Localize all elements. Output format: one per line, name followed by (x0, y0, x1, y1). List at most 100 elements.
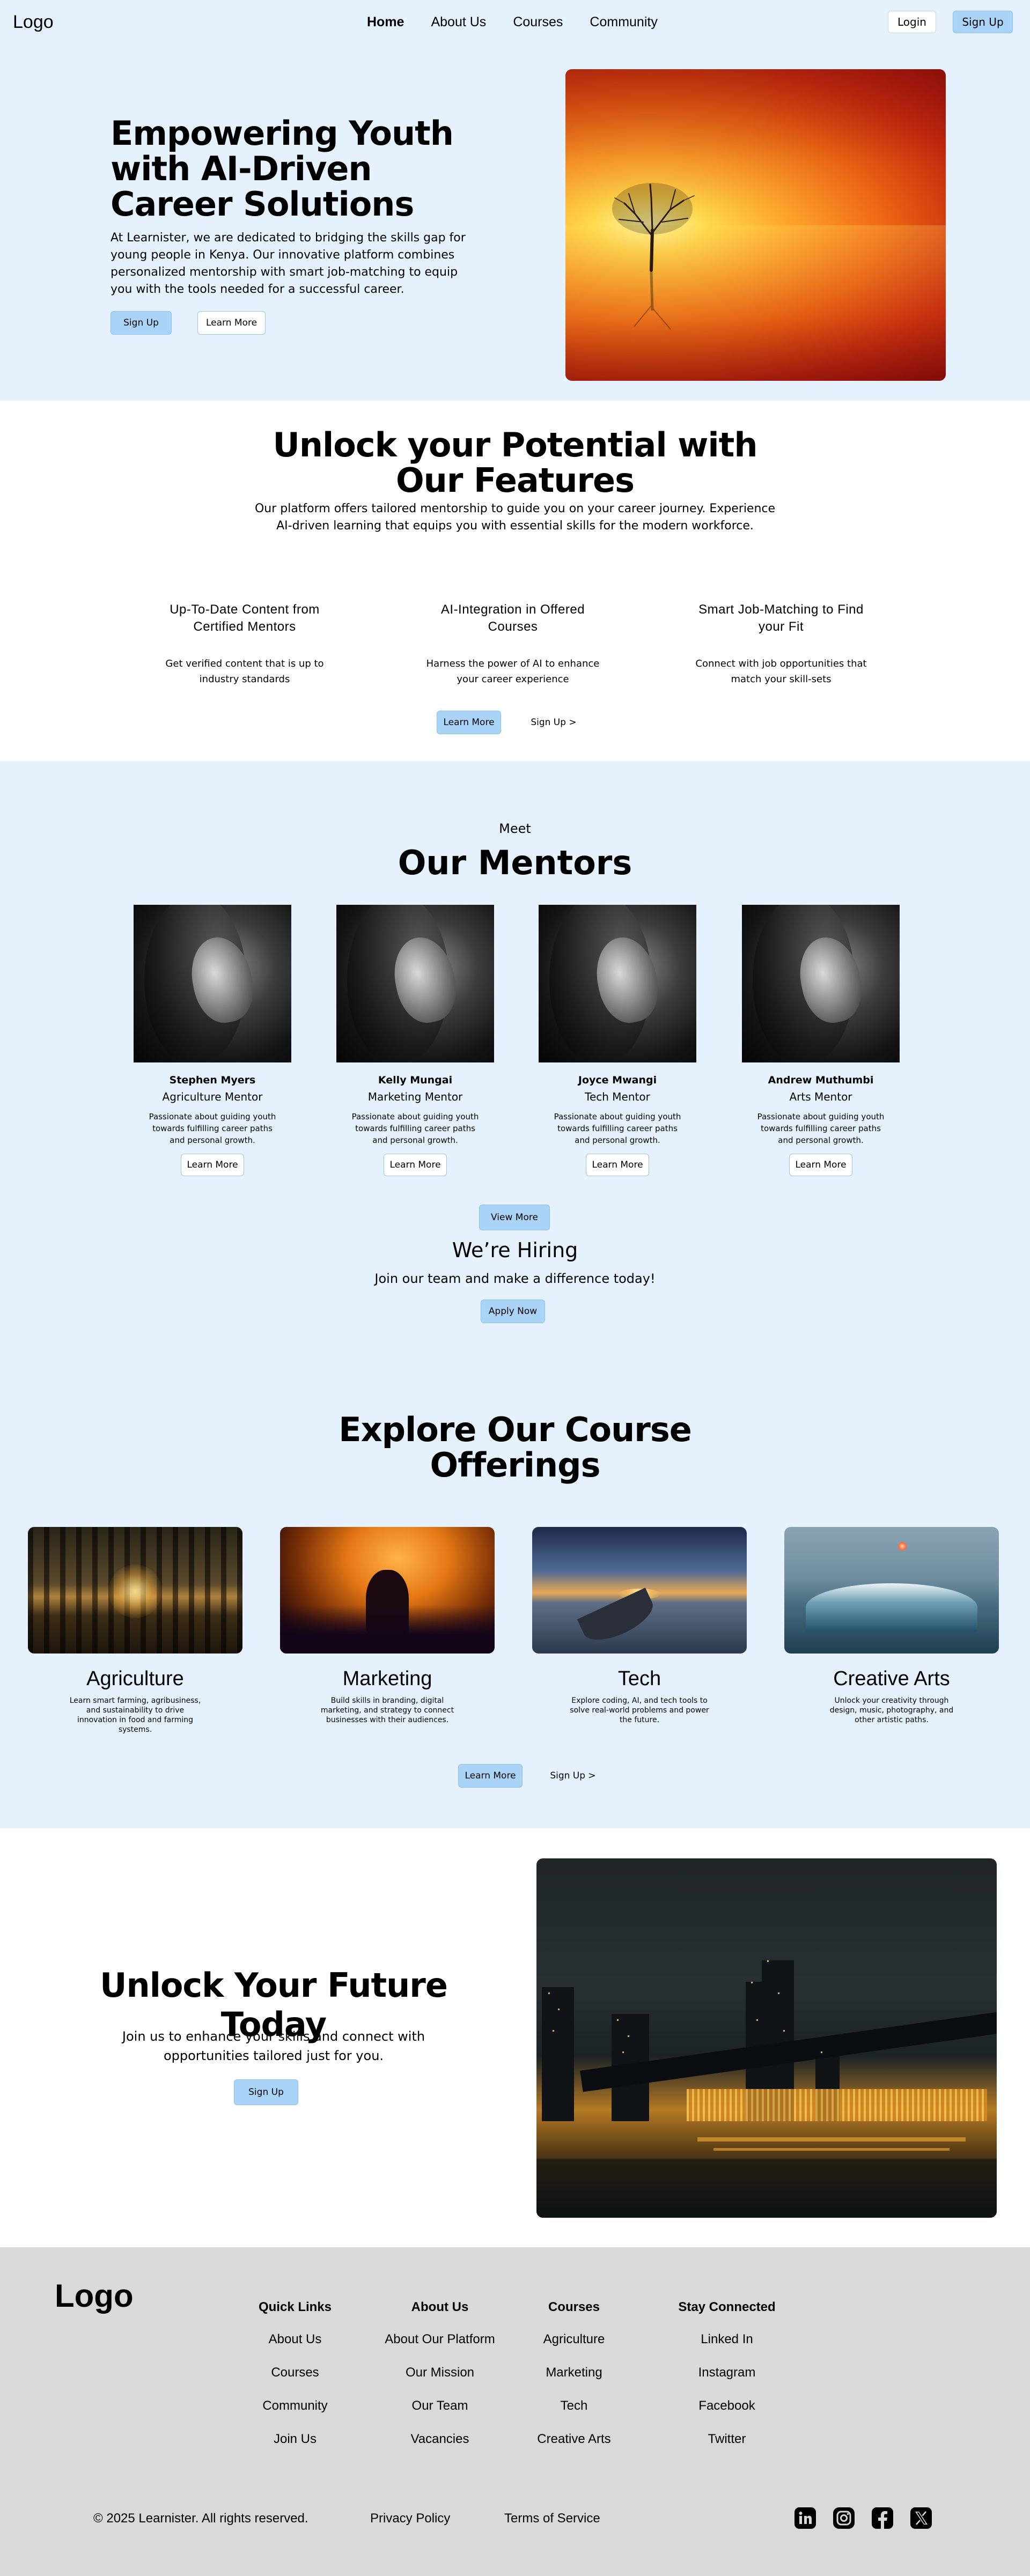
course-image-boat-sunset (532, 1527, 747, 1654)
mentor-role: Marketing Mentor (367, 1090, 463, 1103)
footer-link[interactable]: Linked In (665, 2332, 789, 2347)
terms-of-service-link[interactable]: Terms of Service (504, 2511, 600, 2526)
footer: Logo Quick Links About Us Courses Commun… (0, 2247, 1030, 2576)
features-signup-link[interactable]: Sign Up > (527, 711, 580, 734)
city-night-bridge-image (536, 1858, 997, 2218)
nav-logo[interactable]: Logo (13, 12, 54, 33)
mentors-section: Meet Our Mentors Stephen Myers Agricultu… (0, 761, 1030, 1828)
mentor-role: Tech Mentor (585, 1090, 650, 1103)
cta-description: Join us to enhance your skills and conne… (122, 2029, 425, 2063)
nav-link-about[interactable]: About Us (431, 14, 486, 30)
course-card[interactable]: Marketing Build skills in branding, digi… (280, 1527, 495, 1725)
feature-card: Smart Job-Matching to Find your Fit Conn… (690, 601, 872, 687)
facebook-icon[interactable] (871, 2507, 894, 2529)
course-title: Marketing (342, 1667, 432, 1690)
footer-link[interactable]: Instagram (665, 2365, 789, 2380)
mentor-learn-more-button[interactable]: Learn More (384, 1154, 447, 1176)
mentor-description: Passionate about guiding youth towards f… (554, 1112, 681, 1145)
hero-signup-button[interactable]: Sign Up (111, 311, 172, 335)
feature-description: Connect with job opportunities that matc… (695, 658, 867, 685)
course-card[interactable]: Creative Arts Unlock your creativity thr… (784, 1527, 999, 1725)
x-icon[interactable] (910, 2507, 932, 2529)
cta-section: Unlock Your Future Today Join us to enha… (0, 1828, 1030, 2247)
footer-link[interactable]: Vacancies (370, 2432, 510, 2447)
nav-signup-button[interactable]: Sign Up (953, 11, 1013, 33)
feature-title: Up-To-Date Content from Certified Mentor… (170, 602, 320, 634)
course-image-concert (280, 1527, 495, 1654)
footer-column: Quick Links About Us Courses Community J… (247, 2300, 343, 2465)
course-description: Learn smart farming, agribusiness, and s… (69, 1696, 201, 1734)
hero-learn-more-button[interactable]: Learn More (197, 311, 266, 335)
course-description: Unlock your creativity through design, m… (829, 1696, 954, 1724)
mentor-card: Kelly Mungai Marketing Mentor Passionate… (335, 905, 496, 1176)
mentor-photo (336, 905, 494, 1062)
feature-title: Smart Job-Matching to Find your Fit (698, 602, 864, 634)
mentor-name: Stephen Myers (169, 1074, 256, 1086)
mentor-photo (742, 905, 900, 1062)
footer-link[interactable]: Join Us (247, 2432, 343, 2447)
footer-link[interactable]: Our Mission (370, 2365, 510, 2380)
footer-link[interactable]: Creative Arts (520, 2432, 628, 2447)
course-title: Tech (617, 1667, 661, 1690)
course-title: Agriculture (86, 1667, 184, 1690)
hero-description: At Learnister, we are dedicated to bridg… (111, 231, 466, 296)
course-title: Creative Arts (833, 1667, 950, 1690)
apply-now-button[interactable]: Apply Now (481, 1300, 545, 1323)
courses-title: Explore Our Course Offerings (339, 1410, 692, 1485)
copyright: © 2025 Learnister. All rights reserved. (93, 2511, 308, 2526)
mentor-description: Passionate about guiding youth towards f… (149, 1112, 276, 1145)
footer-link[interactable]: Twitter (665, 2432, 789, 2447)
course-card[interactable]: Tech Explore coding, AI, and tech tools … (532, 1527, 747, 1725)
mentor-learn-more-button[interactable]: Learn More (789, 1154, 852, 1176)
footer-column: About Us About Our Platform Our Mission … (370, 2300, 510, 2465)
hero-title: Empowering Youth with AI-Driven Career S… (111, 114, 454, 224)
features-title: Unlock your Potential with Our Features (273, 425, 758, 500)
courses-learn-more-button[interactable]: Learn More (458, 1764, 523, 1788)
nav-link-home[interactable]: Home (367, 14, 404, 30)
hero-section: Empowering Youth with AI-Driven Career S… (0, 45, 1030, 401)
footer-link[interactable]: Marketing (520, 2365, 628, 2380)
instagram-icon[interactable] (833, 2507, 855, 2529)
mentor-name: Andrew Muthumbi (768, 1074, 874, 1086)
footer-link[interactable]: Facebook (665, 2398, 789, 2413)
hiring-subtitle: Join our team and make a difference toda… (374, 1271, 656, 1286)
privacy-policy-link[interactable]: Privacy Policy (370, 2511, 450, 2526)
nav-link-courses[interactable]: Courses (513, 14, 563, 30)
mentor-card: Andrew Muthumbi Arts Mentor Passionate a… (740, 905, 901, 1176)
features-subtitle: Our platform offers tailored mentorship … (254, 502, 776, 533)
nav-link-community[interactable]: Community (590, 14, 657, 30)
course-image-wave (784, 1527, 999, 1654)
mentor-card: Joyce Mwangi Tech Mentor Passionate abou… (537, 905, 698, 1176)
linkedin-icon[interactable] (794, 2507, 816, 2529)
login-button[interactable]: Login (888, 11, 936, 33)
mentor-photo (134, 905, 291, 1062)
mentor-role: Arts Mentor (789, 1090, 852, 1103)
top-navigation: Logo Home About Us Courses Community Log… (0, 0, 1030, 45)
course-description: Explore coding, AI, and tech tools to so… (570, 1696, 709, 1724)
courses-signup-link[interactable]: Sign Up > (546, 1764, 600, 1788)
footer-logo[interactable]: Logo (55, 2277, 134, 2314)
view-more-mentors-button[interactable]: View More (479, 1205, 550, 1230)
mentor-learn-more-button[interactable]: Learn More (181, 1154, 244, 1176)
footer-column: Courses Agriculture Marketing Tech Creat… (520, 2300, 628, 2465)
feature-title: AI-Integration in Offered Courses (440, 602, 585, 634)
footer-link[interactable]: About Us (247, 2332, 343, 2347)
footer-link[interactable]: Community (247, 2398, 343, 2413)
feature-card: AI-Integration in Offered Courses Harnes… (422, 601, 604, 687)
mentor-name: Joyce Mwangi (578, 1074, 657, 1086)
course-card[interactable]: Agriculture Learn smart farming, agribus… (28, 1527, 242, 1734)
cta-signup-button[interactable]: Sign Up (234, 2079, 298, 2105)
features-learn-more-button[interactable]: Learn More (437, 711, 501, 734)
course-image-forest (28, 1527, 242, 1654)
footer-link[interactable]: Our Team (370, 2398, 510, 2413)
mentor-card: Stephen Myers Agriculture Mentor Passion… (132, 905, 293, 1176)
footer-link[interactable]: About Our Platform (370, 2332, 510, 2347)
footer-link[interactable]: Agriculture (520, 2332, 628, 2347)
feature-card: Up-To-Date Content from Certified Mentor… (153, 601, 336, 687)
footer-column-title: Stay Connected (678, 2300, 776, 2314)
footer-column: Stay Connected Linked In Instagram Faceb… (665, 2300, 789, 2465)
footer-link[interactable]: Tech (520, 2398, 628, 2413)
footer-link[interactable]: Courses (247, 2365, 343, 2380)
feature-description: Harness the power of AI to enhance your … (426, 658, 600, 685)
mentor-learn-more-button[interactable]: Learn More (586, 1154, 649, 1176)
